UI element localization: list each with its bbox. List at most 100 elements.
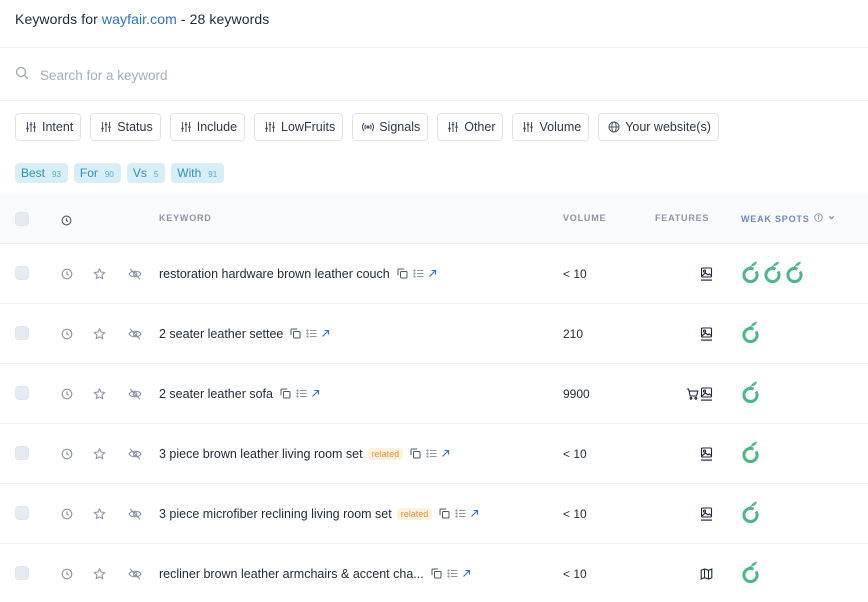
- domain-link[interactable]: wayfair.com: [102, 11, 177, 27]
- weak-spot-icon: [785, 259, 807, 289]
- row-checkbox[interactable]: [15, 386, 29, 400]
- filter-button-intent[interactable]: Intent: [15, 113, 82, 141]
- keyword-text[interactable]: 2 seater leather settee: [159, 327, 283, 341]
- copy-icon[interactable]: [397, 268, 408, 279]
- title-suffix: - 28 keywords: [176, 11, 270, 27]
- row-checkbox[interactable]: [15, 326, 29, 340]
- volume-cell: 210: [563, 326, 584, 341]
- list-icon[interactable]: [296, 388, 307, 399]
- weak-spot-icon: [741, 499, 763, 529]
- info-icon[interactable]: [810, 213, 823, 224]
- sliders-icon: [264, 121, 276, 133]
- image-icon[interactable]: [700, 506, 713, 521]
- keyword-text[interactable]: 3 piece microfiber reclining living room…: [159, 507, 392, 521]
- star-icon[interactable]: [93, 567, 106, 580]
- row-checkbox[interactable]: [15, 506, 29, 520]
- star-icon[interactable]: [93, 327, 106, 340]
- table-row: restoration hardware brown leather couch…: [0, 244, 868, 304]
- map-icon[interactable]: [700, 567, 713, 580]
- chip-vs[interactable]: Vs 5: [126, 163, 166, 183]
- history-icon[interactable]: [61, 268, 73, 280]
- chip-with[interactable]: With 91: [171, 163, 225, 183]
- copy-icon[interactable]: [410, 448, 421, 459]
- filter-button-include[interactable]: Include: [169, 113, 246, 141]
- volume-cell: < 10: [563, 566, 587, 581]
- history-icon[interactable]: [61, 388, 73, 400]
- star-icon[interactable]: [93, 387, 106, 400]
- filter-button-status[interactable]: Status: [90, 113, 161, 141]
- keyword-cell: restoration hardware brown leather couch: [159, 267, 437, 281]
- star-icon[interactable]: [93, 507, 106, 520]
- list-icon[interactable]: [447, 568, 458, 579]
- eye-off-icon[interactable]: [128, 447, 142, 460]
- filter-label: Your website(s): [625, 120, 711, 134]
- volume-cell: < 10: [563, 446, 587, 461]
- filter-button-lowfruits[interactable]: LowFruits: [254, 113, 344, 141]
- copy-icon[interactable]: [280, 388, 291, 399]
- column-keyword[interactable]: KEYWORD: [159, 213, 212, 223]
- chip-best[interactable]: Best 93: [15, 163, 68, 183]
- eye-off-icon[interactable]: [128, 387, 142, 400]
- row-checkbox[interactable]: [15, 446, 29, 460]
- keyword-cell: 3 piece microfiber reclining living room…: [159, 507, 479, 521]
- eye-off-icon[interactable]: [128, 267, 142, 280]
- weak-spot-icon: [741, 439, 763, 469]
- list-icon[interactable]: [455, 508, 466, 519]
- eye-off-icon[interactable]: [128, 567, 142, 580]
- image-icon[interactable]: [700, 326, 713, 341]
- table-row: recliner brown leather armchairs & accen…: [0, 544, 868, 602]
- keyword-text[interactable]: restoration hardware brown leather couch: [159, 267, 390, 281]
- keyword-chips: Best 93 For 90 Vs 5 With 91: [15, 163, 230, 183]
- filter-label: Status: [117, 120, 153, 134]
- image-icon[interactable]: [700, 446, 713, 461]
- external-link-icon[interactable]: [311, 389, 320, 398]
- column-features[interactable]: FEATURES: [655, 213, 709, 223]
- keyword-text[interactable]: recliner brown leather armchairs & accen…: [159, 567, 424, 581]
- image-icon[interactable]: [700, 386, 713, 401]
- broadcast-icon: [362, 121, 375, 133]
- row-checkbox[interactable]: [15, 266, 29, 280]
- copy-icon[interactable]: [290, 328, 301, 339]
- history-icon[interactable]: [61, 448, 73, 460]
- list-icon[interactable]: [306, 328, 317, 339]
- list-icon[interactable]: [426, 448, 437, 459]
- external-link-icon[interactable]: [428, 269, 437, 278]
- history-icon[interactable]: [61, 508, 73, 520]
- star-icon[interactable]: [93, 267, 106, 280]
- image-icon[interactable]: [700, 266, 713, 281]
- filter-button-signals[interactable]: Signals: [352, 113, 429, 141]
- sliders-icon: [180, 121, 192, 133]
- filter-button-your-website-s[interactable]: Your website(s): [598, 113, 719, 141]
- column-volume[interactable]: VOLUME: [563, 213, 606, 223]
- external-link-icon[interactable]: [462, 569, 471, 578]
- star-icon[interactable]: [93, 447, 106, 460]
- select-all-checkbox[interactable]: [15, 212, 29, 226]
- row-checkbox[interactable]: [15, 566, 29, 580]
- copy-icon[interactable]: [439, 508, 450, 519]
- filter-label: Include: [196, 120, 238, 134]
- table-row: 3 piece microfiber reclining living room…: [0, 484, 868, 544]
- chip-for[interactable]: For 90: [73, 163, 121, 183]
- list-icon[interactable]: [413, 268, 424, 279]
- keyword-text[interactable]: 2 seater leather sofa: [159, 387, 273, 401]
- copy-icon[interactable]: [431, 568, 442, 579]
- eye-off-icon[interactable]: [128, 327, 142, 340]
- chevron-down-icon[interactable]: [823, 213, 836, 224]
- external-link-icon[interactable]: [470, 509, 479, 518]
- cart-icon[interactable]: [686, 387, 699, 400]
- keyword-text[interactable]: 3 piece brown leather living room set: [159, 447, 363, 461]
- external-link-icon[interactable]: [321, 329, 330, 338]
- filter-button-volume[interactable]: Volume: [512, 113, 590, 141]
- features-cell: [686, 386, 713, 401]
- sliders-icon: [447, 121, 459, 133]
- filter-button-other[interactable]: Other: [437, 113, 504, 141]
- header-divider: [0, 47, 868, 48]
- external-link-icon[interactable]: [441, 449, 450, 458]
- search-input[interactable]: [40, 67, 440, 83]
- column-weak-spots[interactable]: WEAK SPOTS: [741, 213, 836, 224]
- history-icon[interactable]: [61, 568, 73, 580]
- eye-off-icon[interactable]: [128, 507, 142, 520]
- history-icon[interactable]: [61, 328, 73, 340]
- globe-icon: [608, 121, 620, 133]
- history-icon[interactable]: [61, 213, 72, 231]
